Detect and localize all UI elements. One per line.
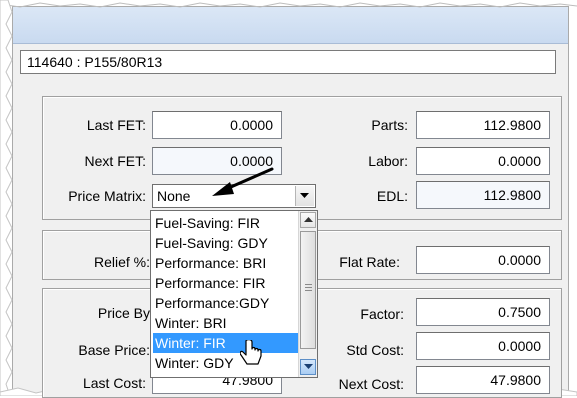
factor-label: Factor: (360, 306, 404, 322)
std-cost-value: 0.0000 (498, 338, 541, 354)
callout-arrow-icon (212, 167, 274, 196)
std-cost-field[interactable]: 0.0000 (416, 332, 550, 360)
torn-edge-left (0, 0, 13, 396)
labor-label: Labor: (368, 153, 408, 169)
edl-value: 112.9800 (483, 187, 541, 203)
last-fet-field[interactable]: 0.0000 (152, 111, 282, 139)
parts-label: Parts: (371, 117, 408, 133)
parts-field[interactable]: 112.9800 (416, 111, 550, 139)
combo-dropdown-button[interactable] (295, 186, 314, 206)
price-by-label: Price By (97, 305, 150, 321)
dropdown-scrollbar[interactable] (298, 211, 317, 377)
title-bar (13, 7, 568, 44)
last-fet-label: Last FET: (86, 117, 146, 133)
record-title: 114640 : P155/80R13 (27, 54, 163, 70)
dropdown-option[interactable]: Performance:GDY (153, 293, 299, 313)
std-cost-label: Std Cost: (346, 342, 404, 358)
labor-field[interactable]: 0.0000 (416, 147, 550, 175)
scroll-up-button[interactable] (300, 212, 316, 228)
price-matrix-dropdown-list[interactable]: Fuel-Saving: FIR Fuel-Saving: GDY Perfor… (150, 210, 318, 378)
relief-label: Relief %: (93, 254, 150, 270)
chevron-up-icon (304, 217, 313, 222)
dropdown-option[interactable]: Performance: BRI (153, 253, 299, 273)
next-cost-value: 47.9800 (490, 372, 541, 388)
dropdown-option-selected[interactable]: Winter: FIR (153, 333, 299, 353)
flat-rate-field[interactable]: 0.0000 (416, 246, 550, 274)
price-matrix-label: Price Matrix: (68, 188, 146, 204)
next-fet-label: Next FET: (84, 153, 146, 169)
factor-value: 0.7500 (498, 304, 541, 320)
dropdown-option[interactable]: Fuel-Saving: FIR (153, 213, 299, 233)
labor-value: 0.0000 (498, 153, 541, 169)
next-cost-label: Next Cost: (338, 376, 404, 392)
dropdown-option[interactable]: Winter: GDY (153, 353, 299, 373)
hand-cursor-icon (240, 340, 262, 365)
last-cost-label: Last Cost: (82, 375, 146, 391)
record-header: 114640 : P155/80R13 (20, 50, 556, 74)
torn-edge-top (0, 2, 577, 8)
next-cost-field[interactable]: 47.9800 (416, 366, 550, 394)
base-price-label: Base Price: (78, 342, 150, 358)
factor-field[interactable]: 0.7500 (416, 298, 550, 326)
flat-rate-value: 0.0000 (498, 252, 541, 268)
edl-field[interactable]: 112.9800 (416, 181, 550, 209)
last-fet-value: 0.0000 (230, 117, 273, 133)
chevron-down-icon (304, 364, 313, 369)
flat-rate-label: Flat Rate: (339, 254, 400, 270)
scroll-thumb[interactable] (300, 231, 316, 349)
scroll-down-button[interactable] (300, 359, 316, 375)
parts-value: 112.9800 (483, 117, 541, 133)
dropdown-option[interactable]: Fuel-Saving: GDY (153, 233, 299, 253)
dropdown-option[interactable]: Winter: BRI (153, 313, 299, 333)
price-matrix-value: None (157, 188, 191, 204)
dropdown-option[interactable]: Performance: FIR (153, 273, 299, 293)
chevron-down-icon (300, 193, 309, 198)
edl-label: EDL: (376, 188, 408, 204)
